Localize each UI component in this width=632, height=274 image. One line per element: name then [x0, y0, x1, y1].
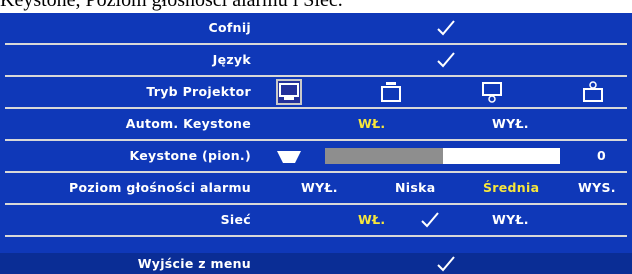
osd-menu-panel: Cofnij Język Tryb Projektor Autom. Keyst… — [0, 13, 632, 274]
checkmark-icon — [437, 52, 455, 68]
autom-keystone-label: Autom. Keystone — [125, 116, 251, 131]
exit-menu-label: Wyjście z menu — [137, 256, 251, 271]
siec-off-option[interactable]: WYŁ. — [492, 205, 529, 235]
alarm-volume-label: Poziom głośności alarmu — [68, 180, 251, 195]
checkmark-icon — [437, 256, 455, 272]
tryb-projektor-label: Tryb Projektor — [146, 84, 251, 99]
menu-row-tryb-projektor[interactable]: Tryb Projektor — [0, 77, 632, 107]
exit-menu-row[interactable]: Wyjście z menu — [0, 253, 632, 274]
row-divider — [5, 235, 627, 237]
menu-row-siec[interactable]: Sieć WŁ. WYŁ. — [0, 205, 632, 235]
jezyk-label: Język — [212, 52, 251, 67]
alarm-option-off[interactable]: WYŁ. — [301, 173, 338, 203]
front-ceiling-mode-icon[interactable] — [380, 81, 402, 103]
menu-row-keystone-pion[interactable]: Keystone (pion.) 0 — [0, 141, 632, 171]
menu-row-alarm-volume[interactable]: Poziom głośności alarmu WYŁ. Niska Średn… — [0, 173, 632, 203]
trapezoid-icon — [276, 149, 302, 163]
keystone-value: 0 — [597, 148, 606, 163]
keystone-pion-label: Keystone (pion.) — [129, 148, 251, 163]
keystone-slider-fill — [325, 148, 443, 164]
keystone-slider[interactable] — [325, 148, 560, 164]
menu-row-cofnij[interactable]: Cofnij — [0, 13, 632, 43]
siec-on-option[interactable]: WŁ. — [358, 205, 385, 235]
autom-keystone-on-option[interactable]: WŁ. — [358, 109, 385, 139]
checkmark-icon — [437, 20, 455, 36]
cofnij-label: Cofnij — [208, 20, 251, 35]
menu-row-jezyk[interactable]: Język — [0, 45, 632, 75]
caption-text: Keystone, Poziom głośności alarmu i Sieć… — [0, 0, 632, 14]
siec-label: Sieć — [220, 212, 251, 227]
menu-row-autom-keystone[interactable]: Autom. Keystone WŁ. WYŁ. — [0, 109, 632, 139]
front-desktop-mode-icon[interactable] — [276, 79, 302, 105]
rear-ceiling-mode-icon[interactable] — [582, 81, 604, 103]
alarm-option-low[interactable]: Niska — [395, 173, 435, 203]
caption-label: Keystone, Poziom głośności alarmu i Sieć… — [0, 0, 343, 11]
rear-desktop-mode-icon[interactable] — [481, 81, 503, 103]
alarm-option-medium[interactable]: Średnia — [483, 173, 539, 203]
alarm-option-high[interactable]: WYS. — [578, 173, 616, 203]
checkmark-icon — [421, 212, 439, 228]
autom-keystone-off-option[interactable]: WYŁ. — [492, 109, 529, 139]
